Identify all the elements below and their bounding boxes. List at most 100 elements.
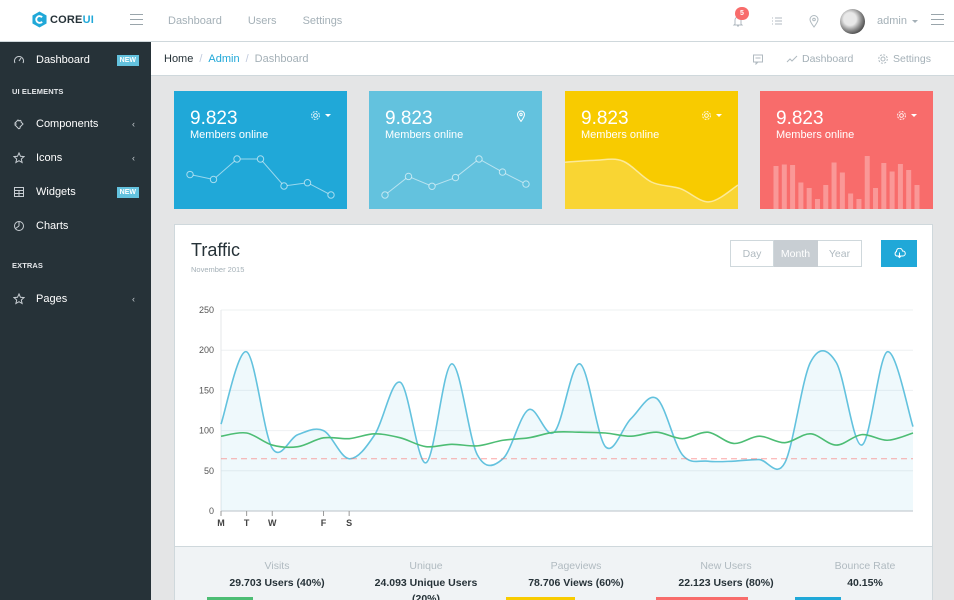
sparkline-chart	[381, 155, 530, 199]
nav-settings[interactable]: Settings	[303, 15, 343, 27]
sidebar-section-ui-elements: UI ELEMENTS	[12, 87, 64, 96]
bar	[897, 164, 903, 209]
bar	[806, 188, 812, 209]
sidebar-item-pages[interactable]: Pages ‹	[0, 282, 151, 316]
sidebar-item-icons[interactable]: Icons ‹	[0, 141, 151, 175]
sidebar-item-label: Widgets	[36, 186, 76, 198]
aside-menu-toggle-button[interactable]	[931, 14, 944, 25]
notification-badge: 5	[735, 7, 749, 20]
bar	[781, 164, 787, 209]
stat-card-members-red: 9.823 Members online	[760, 91, 933, 209]
x-tick-label: S	[346, 518, 352, 528]
settings-link[interactable]: Settings	[877, 53, 931, 65]
bar	[814, 199, 820, 209]
sparkline-point	[327, 191, 335, 199]
speech-button[interactable]	[752, 53, 764, 65]
calculator-icon	[14, 187, 24, 197]
sparkline-point	[522, 180, 530, 188]
bar	[823, 185, 829, 209]
sparkline-point	[475, 155, 483, 163]
brand-logo[interactable]: COREUI	[32, 11, 94, 28]
bar	[889, 171, 895, 209]
bar	[839, 172, 845, 209]
new-badge: NEW	[116, 186, 139, 198]
speech-icon	[753, 54, 763, 65]
footer-stat-pageviews: Pageviews 78.706 Views (60%)	[501, 560, 651, 591]
footer-stat-value: 40.15%	[847, 577, 883, 589]
sidebar: Dashboard NEW UI ELEMENTS Components ‹ I…	[0, 42, 151, 600]
bar	[798, 182, 804, 209]
bar	[906, 170, 912, 209]
list-icon[interactable]	[770, 14, 784, 28]
sidebar-item-label: Components	[36, 118, 99, 130]
footer-stat-visits: Visits 29.703 Users (40%)	[202, 560, 352, 591]
footer-stat-title: Bounce Rate	[834, 560, 896, 572]
location-pin-icon[interactable]	[807, 14, 821, 28]
settings-link-label: Settings	[893, 53, 931, 65]
top-nav: Dashboard Users Settings	[168, 15, 342, 27]
bar-chart	[773, 156, 920, 209]
y-tick-label: 50	[204, 466, 214, 476]
sidebar-item-label: Charts	[36, 220, 69, 232]
footer-stat-value: 24.093 Unique Users (20%)	[374, 577, 478, 600]
breadcrumb-separator: /	[245, 53, 249, 65]
breadcrumb-admin[interactable]: Admin	[208, 53, 239, 65]
area-chart	[565, 158, 738, 209]
y-tick-label: 0	[209, 506, 214, 516]
sparkline-point	[233, 155, 241, 163]
user-menu-label[interactable]: admin	[877, 15, 907, 27]
sidebar-item-dashboard[interactable]: Dashboard NEW	[0, 43, 151, 77]
footer-stat-bounce-rate: Bounce Rate 40.15%	[790, 560, 940, 591]
dashboard-link-label: Dashboard	[802, 53, 854, 65]
star-icon	[13, 152, 25, 164]
footer-stat-title: Unique	[409, 560, 443, 572]
sidebar-item-label: Dashboard	[36, 54, 90, 66]
bar	[856, 199, 862, 209]
bar	[881, 163, 887, 209]
star-icon	[13, 293, 25, 305]
sparkline-point	[303, 179, 312, 187]
graph-icon	[786, 55, 798, 63]
sparkline-chart	[186, 155, 335, 199]
app-header: COREUI Dashboard Users Settings 5 admin	[0, 0, 954, 42]
sidebar-item-charts[interactable]: Charts	[0, 209, 151, 243]
bar	[790, 165, 796, 209]
bar	[848, 193, 854, 209]
bar	[831, 162, 837, 209]
brand-text: COREUI	[50, 13, 94, 26]
stat-card-members-lightblue: 9.823 Members online	[369, 91, 542, 209]
sidebar-item-components[interactable]: Components ‹	[0, 107, 151, 141]
nav-users[interactable]: Users	[248, 15, 277, 27]
settings-icon	[878, 54, 888, 64]
y-tick-label: 100	[199, 426, 214, 436]
puzzle-icon	[13, 119, 24, 130]
dashboard-link[interactable]: Dashboard	[786, 53, 853, 65]
speedometer-icon	[14, 56, 24, 64]
avatar[interactable]	[840, 9, 865, 34]
breadcrumb-separator: /	[199, 53, 203, 65]
sidebar-toggle-button[interactable]	[130, 14, 143, 25]
y-tick-label: 250	[199, 305, 214, 315]
sidebar-item-widgets[interactable]: Widgets NEW	[0, 175, 151, 209]
sparkline-point	[381, 191, 389, 199]
footer-stat-value: 22.123 Users (80%)	[678, 577, 774, 589]
bar	[864, 156, 870, 209]
footer-stat-value: 78.706 Views (60%)	[528, 577, 624, 589]
footer-stat-new-users: New Users 22.123 Users (80%)	[651, 560, 801, 591]
chevron-down-icon[interactable]	[912, 20, 918, 23]
sparkline-point	[404, 172, 413, 181]
y-tick-label: 200	[199, 345, 214, 355]
y-tick-label: 150	[199, 385, 214, 395]
breadcrumb-bar: Home / Admin / Dashboard Dashboard Setti…	[151, 42, 954, 76]
sparkline-point	[209, 175, 218, 184]
footer-stat-title: Visits	[264, 560, 290, 572]
chevron-left-icon: ‹	[132, 153, 135, 163]
sparkline-point	[256, 155, 265, 163]
sidebar-item-label: Pages	[36, 293, 68, 305]
footer-stat-title: Pageviews	[550, 560, 602, 572]
breadcrumb-current: Dashboard	[254, 53, 309, 65]
footer-stat-unique: Unique 24.093 Unique Users (20%)	[351, 560, 501, 600]
x-tick-label: W	[268, 518, 277, 528]
breadcrumb-home[interactable]: Home	[164, 53, 193, 65]
nav-dashboard[interactable]: Dashboard	[168, 15, 222, 27]
